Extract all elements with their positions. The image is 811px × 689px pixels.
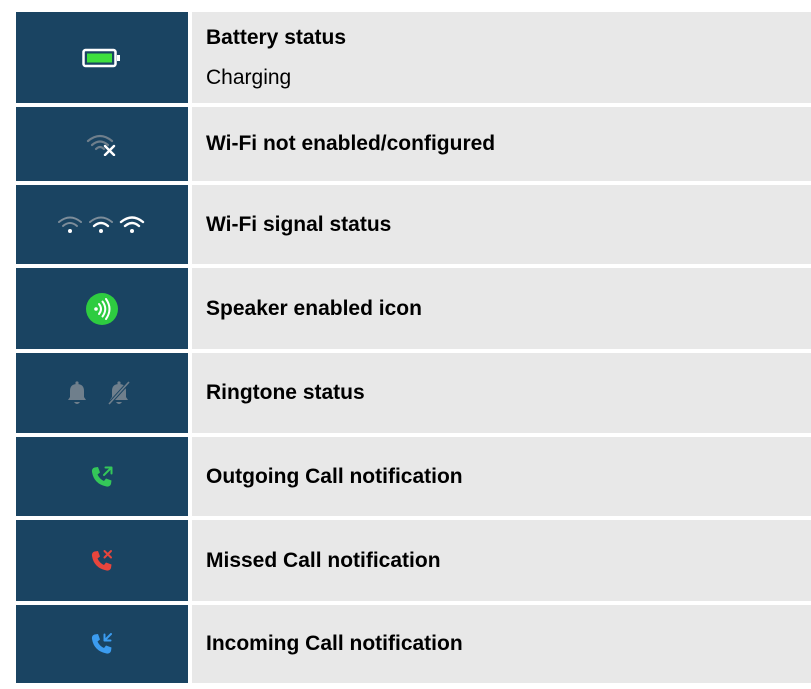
row-title: Wi-Fi not enabled/configured [206, 132, 496, 155]
row-title: Battery status [206, 25, 347, 49]
icon-cell [16, 185, 188, 264]
description-cell: Battery status Charging [192, 12, 811, 103]
icon-cell [16, 437, 188, 516]
icon-cell [16, 353, 188, 433]
speaker-icon [85, 292, 119, 326]
row-title: Speaker enabled icon [206, 296, 422, 320]
row-title: Ringtone status [206, 381, 365, 404]
icon-cell [16, 268, 188, 349]
row-title: Missed Call notification [206, 548, 441, 572]
table-row-speaker: Speaker enabled icon [16, 268, 811, 349]
table-row-wifi-signal: Wi-Fi signal status [16, 185, 811, 264]
description-cell: Speaker enabled icon [192, 268, 811, 349]
icon-cell [16, 605, 188, 683]
bell-icon [64, 380, 140, 406]
incoming-call-icon [89, 631, 115, 657]
icon-cell [16, 12, 188, 103]
battery-charging-icon [82, 48, 122, 68]
table-row-ringtone: Ringtone status [16, 353, 811, 433]
table-row-incoming-call: Incoming Call notification [16, 605, 811, 683]
status-icon-table: Battery status Charging Wi-Fi not enable… [16, 12, 811, 687]
row-title: Wi-Fi signal status [206, 212, 392, 236]
icon-cell [16, 107, 188, 181]
description-cell: Outgoing Call notification [192, 437, 811, 516]
wifi-disabled-icon [85, 132, 119, 156]
description-cell: Ringtone status [192, 353, 811, 433]
table-row-battery: Battery status Charging [16, 12, 811, 103]
description-cell: Wi-Fi signal status [192, 185, 811, 264]
description-cell: Wi-Fi not enabled/configured [192, 107, 811, 181]
table-row-outgoing-call: Outgoing Call notification [16, 437, 811, 516]
table-row-missed-call: Missed Call notification [16, 520, 811, 601]
table-row-wifi-disabled: Wi-Fi not enabled/configured [16, 107, 811, 181]
missed-call-icon [89, 548, 115, 574]
row-title: Outgoing Call notification [206, 464, 463, 488]
description-cell: Incoming Call notification [192, 605, 811, 683]
description-cell: Missed Call notification [192, 520, 811, 601]
icon-cell [16, 520, 188, 601]
row-subtitle: Charging [206, 65, 292, 89]
outgoing-call-icon [89, 464, 115, 490]
row-title: Incoming Call notification [206, 632, 463, 655]
wifi-signal-icon [57, 213, 147, 237]
